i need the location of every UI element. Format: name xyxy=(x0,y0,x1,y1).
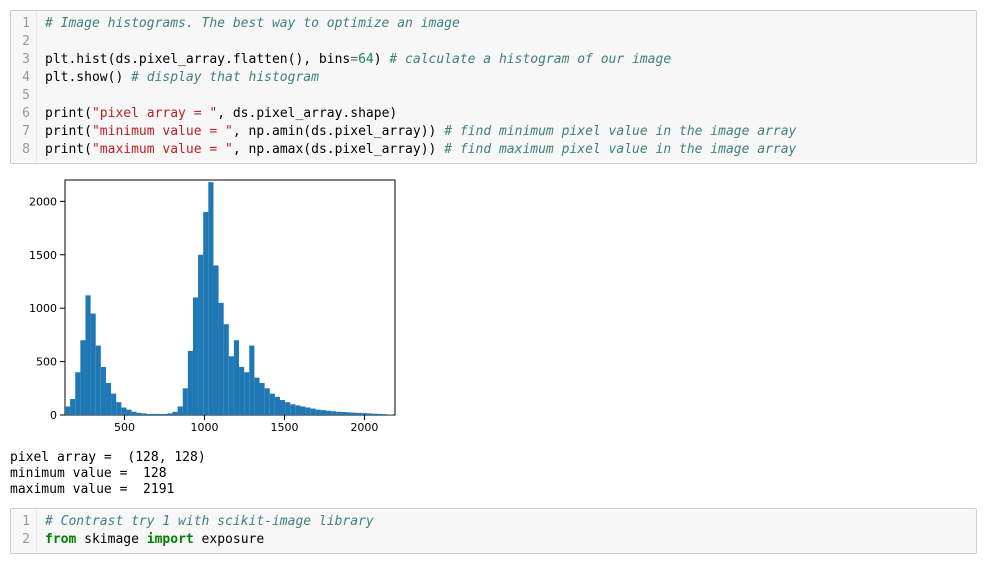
code-number: 64 xyxy=(358,52,374,67)
svg-text:2000: 2000 xyxy=(29,195,57,208)
code-gutter: 1 2 xyxy=(11,509,37,553)
code-comment: # find minimum pixel value in the image … xyxy=(444,124,796,139)
code-string: "pixel array = " xyxy=(92,106,217,121)
code-text: print( xyxy=(45,142,92,157)
code-content[interactable]: # Contrast try 1 with scikit-image libra… xyxy=(37,509,976,553)
code-keyword: from xyxy=(45,532,76,547)
code-comment: # find maximum pixel value in the image … xyxy=(444,142,796,157)
svg-text:500: 500 xyxy=(36,356,57,369)
code-comment: # display that histogram xyxy=(131,70,319,85)
code-cell-2[interactable]: 1 2 # Contrast try 1 with scikit-image l… xyxy=(10,508,977,554)
svg-text:1000: 1000 xyxy=(190,421,218,434)
svg-text:1500: 1500 xyxy=(270,421,298,434)
code-text: plt.show() xyxy=(45,70,131,85)
code-string: "maximum value = " xyxy=(92,142,233,157)
code-keyword: import xyxy=(147,532,194,547)
svg-text:1500: 1500 xyxy=(29,249,57,262)
svg-text:2000: 2000 xyxy=(350,421,378,434)
histogram-chart: 0 500 1000 1500 2000 500 1000 1500 2000 xyxy=(10,170,405,440)
code-text: exposure xyxy=(194,532,264,547)
code-comment: # Image histograms. The best way to opti… xyxy=(45,16,460,31)
svg-text:0: 0 xyxy=(50,409,57,422)
code-text: skimage xyxy=(76,532,146,547)
code-text: , np.amax(ds.pixel_array)) xyxy=(233,142,444,157)
histogram-output: 0 500 1000 1500 2000 500 1000 1500 2000 xyxy=(10,170,977,444)
code-string: "minimum value = " xyxy=(92,124,233,139)
svg-text:500: 500 xyxy=(114,421,135,434)
code-op: = xyxy=(350,52,358,67)
code-comment: # calculate a histogram of our image xyxy=(389,52,671,67)
code-comment: # Contrast try 1 with scikit-image libra… xyxy=(45,514,374,529)
print-output: pixel array = (128, 128) minimum value =… xyxy=(10,450,977,498)
code-text: print( xyxy=(45,124,92,139)
code-text: print( xyxy=(45,106,92,121)
code-content[interactable]: # Image histograms. The best way to opti… xyxy=(37,11,976,163)
code-text: plt.hist(ds.pixel_array.flatten(), bins xyxy=(45,52,350,67)
code-text: ) xyxy=(374,52,390,67)
code-gutter: 1 2 3 4 5 6 7 8 xyxy=(11,11,37,163)
svg-text:1000: 1000 xyxy=(29,302,57,315)
code-cell-1[interactable]: 1 2 3 4 5 6 7 8 # Image histograms. The … xyxy=(10,10,977,164)
code-text: , np.amin(ds.pixel_array)) xyxy=(233,124,444,139)
code-text: , ds.pixel_array.shape) xyxy=(217,106,397,121)
